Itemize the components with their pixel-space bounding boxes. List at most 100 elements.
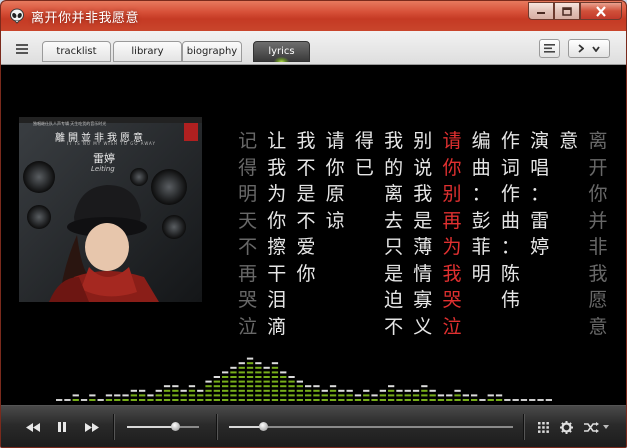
visualizer-segment [280,385,287,388]
maximize-button[interactable] [554,2,580,20]
cover-artist: 雷婷 [93,152,115,165]
visualizer-segment [238,399,245,401]
visualizer-segment [246,366,254,369]
visualizer-segment [271,371,279,374]
visualizer-segment [545,399,552,401]
visualizer-segment [479,399,486,401]
lyric-line: 编曲：彭菲明 [471,130,491,285]
separator [113,414,115,440]
tab-tracklist[interactable]: tracklist [42,41,111,62]
visualizer-segment [271,376,279,378]
volume-slider[interactable] [127,420,199,434]
visualizer-segment [313,399,320,401]
visualizer-segment [271,380,279,383]
tab-label: lyrics [268,46,295,57]
visualizer-segment [163,399,171,401]
visualizer-segment [222,376,229,378]
lyric-line: 记得明天不再哭泣 [238,130,258,338]
playlist-grid-button[interactable] [534,417,552,437]
visualizer-segment [139,394,146,397]
tab-biography[interactable]: biography [182,41,242,62]
list-view-button[interactable] [539,39,560,58]
next-button[interactable] [80,417,104,437]
visualizer-segment [255,366,262,369]
tab-lyrics[interactable]: lyrics [253,41,310,62]
visualizer-segment [163,385,171,388]
visualizer-segment [188,399,196,401]
pause-button[interactable] [51,417,73,437]
visualizer-segment [180,399,187,401]
visualizer-segment [246,389,254,392]
visualizer-segment [446,399,453,401]
visualizer-segment [412,399,420,401]
visualizer-segment [329,389,337,392]
visualizer-segment [263,385,270,388]
visualizer-segment [213,389,220,392]
visualizer-segment [288,376,295,378]
visualizer-segment [246,376,254,378]
visualizer-segment [313,385,320,388]
visualizer-segment [429,389,436,392]
tab-label: library [131,46,164,57]
visualizer-segment [437,394,445,397]
visualizer-segment [388,389,395,392]
fast-forward-icon [85,422,99,432]
visualizer-segment [147,394,154,397]
visualizer-segment [396,389,403,392]
lyric-line: 得已 [354,130,374,179]
visualizer-segment [271,362,279,365]
visualizer-segment [296,385,303,388]
visualizer-segment [147,399,154,401]
visualizer-segment [321,394,328,397]
visualizer-segment [537,399,544,401]
visualizer-segment [329,385,337,388]
lyric-line: 离开你并非我愿意 [588,130,608,338]
hamburger-icon [16,43,28,54]
visualizer-segment [371,394,378,397]
visualizer-segment [437,399,445,401]
close-button[interactable] [580,2,622,20]
minimize-button[interactable] [528,2,554,20]
visualizer-segment [296,399,303,401]
chevron-right-icon [578,44,584,53]
volume-thumb[interactable] [171,422,181,431]
visualizer-segment [421,399,428,401]
visualizer-segment [130,399,137,401]
visualizer-segment [288,389,295,392]
settings-button[interactable] [556,417,576,437]
visualizer-segment [263,389,270,392]
shuffle-button[interactable] [581,417,611,437]
seek-thumb[interactable] [259,422,269,431]
visualizer-segment [89,394,96,397]
menu-button[interactable] [11,39,33,58]
previous-button[interactable] [21,417,45,437]
pause-icon [57,422,67,432]
visualizer-segment [172,389,179,392]
visualizer-segment [205,399,212,401]
title-bar[interactable]: 离开你并非我愿意 [1,1,626,31]
visualizer-segment [230,385,237,388]
visualizer-segment [246,399,254,401]
album-cover: 独唱继仕队人声专辑 天生吃货的音乐时光 離開並非我愿意 IT IS NO MY … [19,117,202,302]
visualizer-segment [288,385,295,388]
visualizer-segment [230,394,237,397]
visualizer-segment [321,389,328,392]
visualizer-segment [529,399,536,401]
navigation-button[interactable] [568,39,610,58]
visualizer-segment [280,394,287,397]
seek-slider[interactable] [229,420,513,434]
visualizer-segment [188,394,196,397]
visualizer-segment [139,399,146,401]
visualizer-segment [155,394,162,397]
visualizer-segment [114,394,121,397]
visualizer-segment [280,371,287,374]
visualizer-segment [263,371,270,374]
tab-library[interactable]: library [113,41,182,62]
visualizer-segment [222,399,229,401]
visualizer-segment [230,399,237,401]
separator [216,414,218,440]
visualizer-segment [346,399,353,401]
visualizer-segment [379,399,386,401]
window-controls [528,2,622,21]
visualizer-segment [471,394,478,397]
